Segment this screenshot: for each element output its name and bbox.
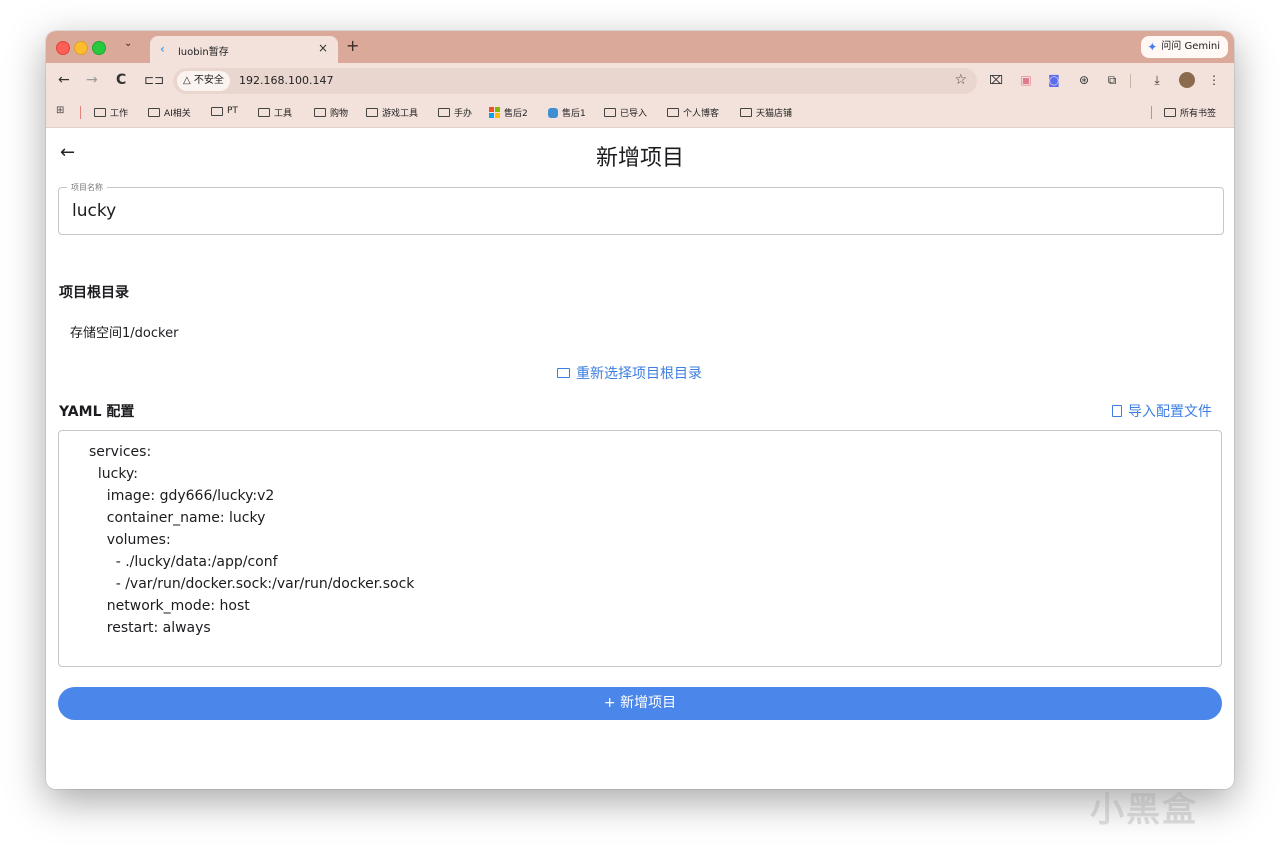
bookmark-aftersales-2[interactable]: 售后2 [489,106,528,119]
yaml-line: - ./lucky/data:/app/conf [89,554,278,570]
tab-close-icon[interactable]: × [318,41,328,55]
security-chip[interactable]: △ 不安全 [177,71,230,91]
ask-gemini-button[interactable]: ✦ 问问 Gemini [1141,36,1228,58]
browser-window: ⌄ ‹ luobin暂存 × + ✦ 问问 Gemini ← → C ⊏⊐ △ … [46,31,1234,789]
yaml-line: container_name: lucky [89,510,266,526]
bookmarks-bar: ⊞ 工作 AI相关 PT 工具 购物 游戏工具 手办 售后2 售后1 已导入 个… [46,99,1234,128]
reselect-root-dir-label: 重新选择项目根目录 [576,366,702,382]
address-bar[interactable]: △ 不安全 192.168.100.147 ☆ [173,68,977,94]
bookmark-folder-ai[interactable]: AI相关 [148,106,191,119]
folder-icon [1164,108,1176,117]
folder-icon [258,108,270,117]
bookmark-divider [1151,106,1152,119]
bookmark-folder-game-tools[interactable]: 游戏工具 [366,106,418,119]
root-dir-value: 存储空间1/docker [70,326,179,341]
apps-grid-icon[interactable]: ⊞ [56,106,66,116]
bookmark-divider [80,106,81,119]
bookmark-aftersales-1[interactable]: 售后1 [548,106,586,119]
folder-icon [438,108,450,117]
all-bookmarks-folder[interactable]: 所有书签 [1164,106,1216,119]
gemini-label: 问问 Gemini [1161,41,1220,52]
folder-icon [94,108,106,117]
gemini-icon: ✦ [1147,40,1158,54]
root-dir-heading: 项目根目录 [59,285,129,301]
project-name-field[interactable]: 项目名称 lucky [58,182,1224,235]
active-tab[interactable]: ‹ luobin暂存 × [150,36,338,63]
bookmark-folder-tmall[interactable]: 天猫店铺 [740,106,792,119]
yaml-editor[interactable]: services: lucky: image: gdy666/lucky:v2 … [58,430,1222,667]
yaml-line: image: gdy666/lucky:v2 [89,488,275,504]
yaml-line: lucky: [89,466,138,482]
profile-avatar[interactable] [1179,72,1195,88]
store-icon [548,107,558,118]
url-text[interactable]: 192.168.100.147 [239,74,333,87]
bookmark-star-icon[interactable]: ☆ [954,72,967,88]
page-title: 新增项目 [595,146,684,171]
new-tab-button[interactable]: + [346,36,359,55]
tab-search-icon[interactable]: ⌄ [124,38,132,49]
flutter-favicon-icon: ‹ [160,42,165,56]
add-project-button[interactable]: + 新增项目 [58,687,1222,720]
browser-toolbar: ← → C ⊏⊐ △ 不安全 192.168.100.147 ☆ ⌧ ▣ ◙ ⊛… [46,63,1234,99]
extensions-puzzle-icon[interactable]: ⧉ [1104,72,1120,88]
yaml-line: network_mode: host [89,598,250,614]
yaml-line: volumes: [89,532,171,548]
download-icon[interactable]: ⤓ [1149,72,1165,88]
split-view-icon[interactable]: ⊏⊐ [144,72,164,88]
openai-extension-icon[interactable]: ⊛ [1076,72,1092,88]
watermark-logo: 小黑盒 [1090,790,1198,830]
folder-icon [314,108,326,117]
yaml-line: restart: always [89,620,211,636]
page-content: ← 新增项目 项目名称 lucky 项目根目录 存储空间1/docker 重新选… [46,128,1234,789]
folder-icon [148,108,160,117]
microsoft-logo-icon [489,107,500,118]
mask-extension-icon[interactable]: ▣ [1018,72,1034,88]
file-import-icon [1112,405,1122,417]
reselect-root-dir-button[interactable]: 重新选择项目根目录 [557,363,702,383]
import-config-label: 导入配置文件 [1128,404,1212,420]
reload-icon[interactable]: C [116,72,126,88]
yaml-line: - /var/run/docker.sock:/var/run/docker.s… [89,576,415,592]
project-name-label: 项目名称 [67,182,107,193]
folder-icon [211,106,223,116]
folder-icon [366,108,378,117]
tab-title: luobin暂存 [178,47,229,58]
bookmark-folder-imported[interactable]: 已导入 [604,106,647,119]
import-config-button[interactable]: 导入配置文件 [1112,401,1212,421]
screenshot-extension-icon[interactable]: ⌧ [988,72,1004,88]
menu-icon[interactable]: ⋮ [1206,72,1222,88]
bookmark-folder-blog[interactable]: 个人博客 [667,106,719,119]
tab-strip: ⌄ ‹ luobin暂存 × + ✦ 问问 Gemini [46,31,1234,63]
bookmark-folder-work[interactable]: 工作 [94,106,128,119]
forward-icon[interactable]: → [86,72,98,88]
project-name-input[interactable]: lucky [72,201,116,221]
folder-icon [557,368,570,378]
close-window-button[interactable] [56,41,70,55]
bookmark-folder-shopping[interactable]: 购物 [314,106,348,119]
bookmark-folder-pt[interactable]: PT [211,106,238,116]
bookmark-folder-tools[interactable]: 工具 [258,106,292,119]
back-icon[interactable]: ← [58,72,70,88]
zoom-window-button[interactable] [92,41,106,55]
folder-icon [740,108,752,117]
yaml-heading: YAML 配置 [59,404,135,420]
translate-extension-icon[interactable]: ◙ [1046,72,1062,88]
minimize-window-button[interactable] [74,41,88,55]
toolbar-divider [1130,74,1131,88]
yaml-line: services: [89,444,152,460]
folder-icon [604,108,616,117]
folder-icon [667,108,679,117]
bookmark-folder-figures[interactable]: 手办 [438,106,472,119]
